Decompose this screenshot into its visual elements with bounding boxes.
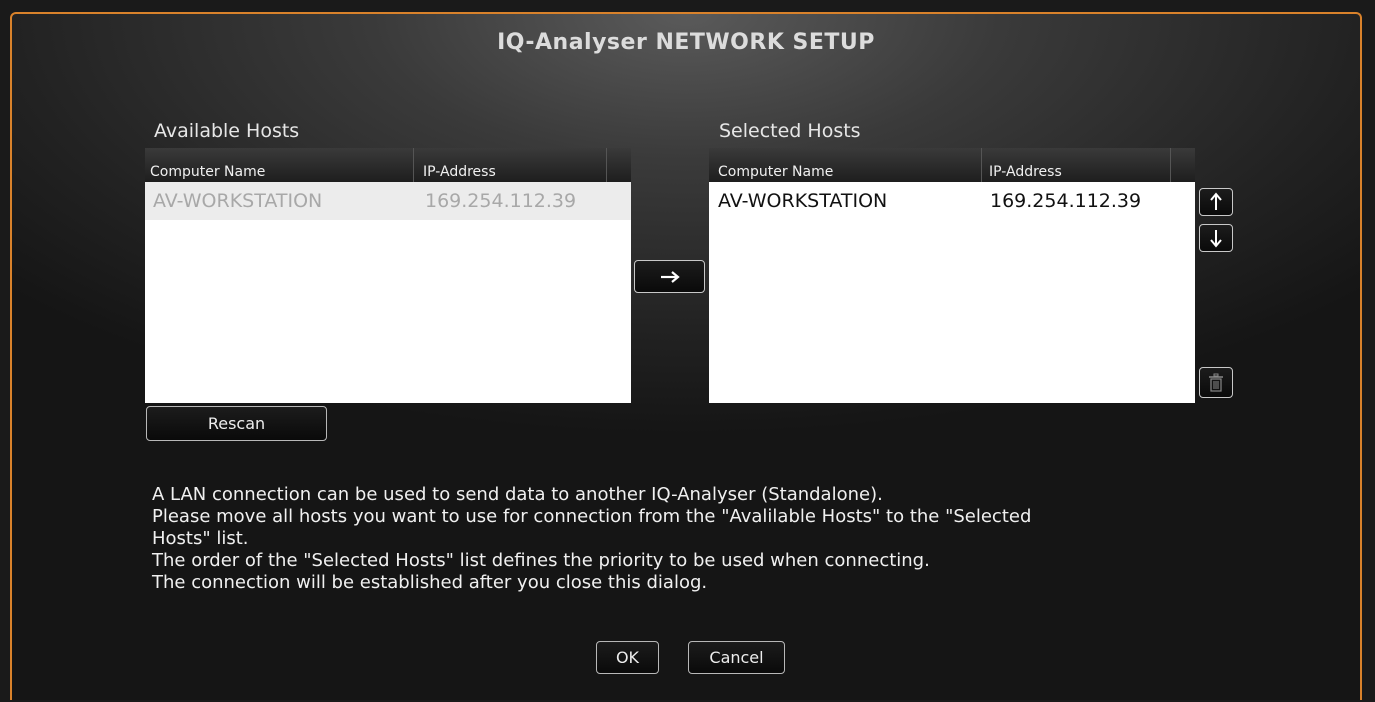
- arrow-right-icon: [660, 270, 680, 283]
- column-header-computer-name[interactable]: Computer Name: [150, 164, 265, 180]
- column-separator: [1170, 148, 1171, 182]
- available-hosts-header: Computer Name IP-Address: [145, 148, 631, 182]
- list-item[interactable]: AV-WORKSTATION 169.254.112.39: [145, 182, 631, 220]
- info-line: The connection will be established after…: [152, 572, 708, 593]
- host-ip-address: 169.254.112.39: [990, 190, 1142, 212]
- trash-icon: [1209, 373, 1223, 392]
- info-line: Hosts" list.: [152, 528, 249, 549]
- list-item[interactable]: AV-WORKSTATION 169.254.112.39: [709, 182, 1195, 220]
- host-computer-name: AV-WORKSTATION: [153, 190, 323, 212]
- dialog-title: IQ-Analyser NETWORK SETUP: [497, 30, 875, 55]
- arrow-up-icon: [1210, 192, 1222, 210]
- info-line: Please move all hosts you want to use fo…: [152, 506, 1032, 527]
- cancel-button[interactable]: Cancel: [688, 641, 785, 674]
- column-separator: [413, 148, 414, 182]
- selected-hosts-label: Selected Hosts: [719, 120, 861, 142]
- column-header-computer-name[interactable]: Computer Name: [718, 164, 833, 180]
- column-header-ip-address[interactable]: IP-Address: [989, 164, 1062, 180]
- info-line: A LAN connection can be used to send dat…: [152, 484, 883, 505]
- delete-host-button[interactable]: [1199, 367, 1233, 398]
- info-text: A LAN connection can be used to send dat…: [152, 484, 1212, 594]
- move-to-selected-button[interactable]: [634, 260, 705, 293]
- network-setup-dialog: IQ-Analyser NETWORK SETUP Available Host…: [10, 12, 1362, 700]
- ok-button[interactable]: OK: [596, 641, 659, 674]
- info-line: The order of the "Selected Hosts" list d…: [152, 550, 930, 571]
- available-hosts-list[interactable]: Computer Name IP-Address AV-WORKSTATION …: [145, 148, 631, 403]
- host-computer-name: AV-WORKSTATION: [718, 190, 888, 212]
- rescan-button[interactable]: Rescan: [146, 406, 327, 441]
- selected-hosts-list[interactable]: Computer Name IP-Address AV-WORKSTATION …: [709, 148, 1195, 403]
- host-ip-address: 169.254.112.39: [425, 190, 577, 212]
- arrow-down-icon: [1210, 230, 1222, 248]
- move-down-button[interactable]: [1199, 224, 1233, 252]
- move-up-button[interactable]: [1199, 188, 1233, 216]
- column-header-ip-address[interactable]: IP-Address: [423, 164, 496, 180]
- available-hosts-label: Available Hosts: [154, 120, 300, 142]
- selected-hosts-header: Computer Name IP-Address: [709, 148, 1195, 182]
- column-separator: [981, 148, 982, 182]
- column-separator: [606, 148, 607, 182]
